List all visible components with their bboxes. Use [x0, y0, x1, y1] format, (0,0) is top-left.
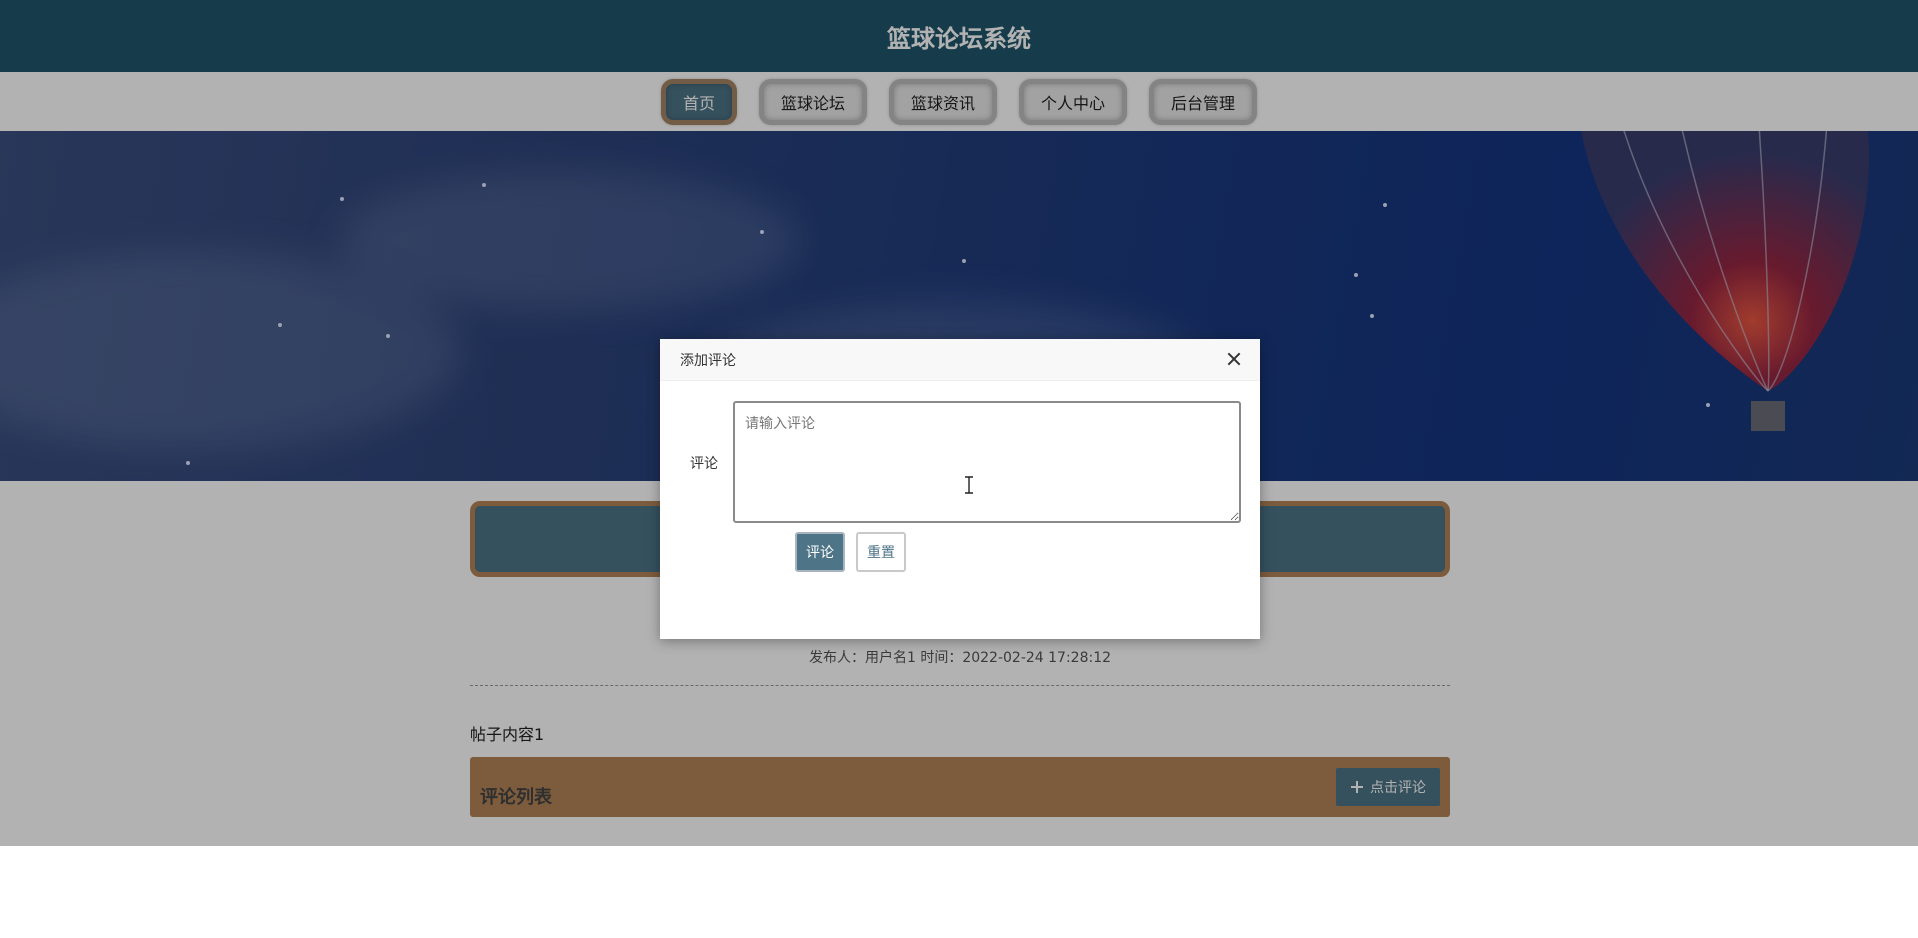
comment-textarea[interactable] — [733, 401, 1241, 523]
reset-button[interactable]: 重置 — [856, 532, 906, 572]
close-icon[interactable] — [1224, 349, 1244, 369]
submit-comment-button[interactable]: 评论 — [795, 532, 845, 572]
dialog-title: 添加评论 — [680, 352, 736, 369]
text-cursor-icon — [965, 476, 973, 494]
comment-field-label: 评论 — [690, 456, 718, 472]
dialog-header: 添加评论 — [660, 339, 1260, 381]
add-comment-dialog: 添加评论 评论 评论 重置 — [660, 339, 1260, 639]
